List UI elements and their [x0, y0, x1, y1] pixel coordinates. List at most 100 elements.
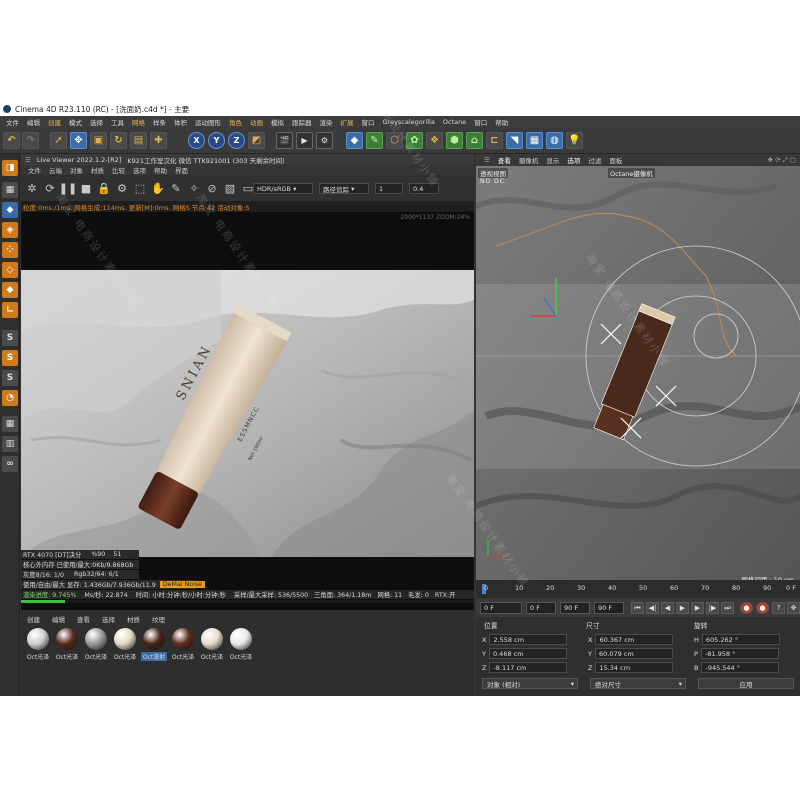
current-frame-field[interactable]: 0 F [480, 602, 522, 614]
material-swatch[interactable]: Oct漫射 [141, 628, 167, 668]
position-field[interactable]: -8.117 cm [489, 662, 568, 673]
material-swatch[interactable]: Oct光泽 [54, 628, 80, 668]
settings-gear-icon[interactable]: ⚙ [115, 181, 129, 195]
menu-spline[interactable]: 样条 [149, 117, 170, 127]
start-frame-field[interactable]: 0 F [526, 602, 556, 614]
menu-mograph[interactable]: 运动图形 [191, 117, 225, 127]
redo-icon[interactable]: ↷ [22, 132, 39, 149]
position-field[interactable]: 0.468 cm [488, 648, 567, 659]
scene-icon[interactable]: ⌂ [466, 132, 483, 149]
menu-volume[interactable]: 体积 [170, 117, 191, 127]
menu-create[interactable]: 创建 [44, 117, 65, 127]
points-mode-icon[interactable]: ⁘ [2, 242, 18, 258]
lv-menu-options[interactable]: 选项 [129, 165, 150, 175]
record-keys-icon[interactable]: ● [740, 602, 753, 614]
add-object-icon[interactable]: ✚ [150, 132, 167, 149]
perspective-viewport[interactable]: 透视视图 NO DC Octane摄像机 网格间距 : 10 cm [476, 166, 800, 588]
rotation-field[interactable]: -945.544 ° [701, 662, 780, 673]
sky-icon[interactable]: ◍ [546, 132, 563, 149]
preview-end-field[interactable]: 90 F [594, 602, 624, 614]
checker-icon[interactable]: ▦ [2, 182, 18, 198]
size-field[interactable]: 60.367 cm [595, 634, 674, 645]
render-picture-viewer-icon[interactable]: ▶ [296, 132, 313, 149]
spin-field-1[interactable]: 1 [375, 183, 403, 194]
snap-settings-icon[interactable]: S [2, 370, 18, 386]
menu-tracker[interactable]: 跟踪器 [288, 117, 316, 127]
move-tool-icon[interactable]: ✥ [70, 132, 87, 149]
autokey-icon[interactable]: ● [756, 602, 769, 614]
position-field[interactable]: 2.558 cm [489, 634, 568, 645]
viewport-menu-icon[interactable]: ☰ [480, 156, 494, 164]
rotate-tool-icon[interactable]: ↻ [110, 132, 127, 149]
field-icon[interactable]: ⬢ [446, 132, 463, 149]
snap-enable-icon[interactable]: S [2, 350, 18, 366]
lv-menu-objects[interactable]: 对象 [66, 165, 87, 175]
scale-tool-icon[interactable]: ▣ [90, 132, 107, 149]
menu-extensions[interactable]: 扩展 [337, 117, 358, 127]
edges-mode-icon[interactable]: ◇ [2, 262, 18, 278]
material-swatch[interactable]: Oct光泽 [170, 628, 196, 668]
channels-icon[interactable]: ▧ [223, 181, 237, 195]
next-key-icon[interactable]: |▶ [706, 602, 719, 614]
mat-menu-create[interactable]: 创建 [21, 614, 46, 624]
menu-tools[interactable]: 工具 [107, 117, 128, 127]
go-to-end-icon[interactable]: ⏭ [721, 602, 734, 614]
axis-z-icon[interactable]: Z [228, 132, 245, 149]
timeline-ruler[interactable]: 0 10 20 30 40 50 60 70 80 90 0 F [476, 580, 800, 598]
vp-menu-cameras[interactable]: 摄像机 [515, 155, 543, 165]
mat-menu-select[interactable]: 选择 [96, 614, 121, 624]
camera-icon[interactable]: ◥ [506, 132, 523, 149]
prev-frame-icon[interactable]: ◀ [661, 602, 674, 614]
axis-y-icon[interactable]: Y [208, 132, 225, 149]
mat-menu-material[interactable]: 材质 [121, 614, 146, 624]
grid-icon[interactable]: ▦ [2, 416, 18, 432]
polygons-mode-icon[interactable]: ◆ [2, 282, 18, 298]
undo-icon[interactable]: ↶ [3, 132, 20, 149]
menu-select[interactable]: 选择 [86, 117, 107, 127]
workplane-icon[interactable]: ◔ [2, 390, 18, 406]
subdivision-icon[interactable]: ⬡ [386, 132, 403, 149]
lock-workplane-icon[interactable]: ∞ [2, 456, 18, 472]
material-swatch[interactable]: Oct光泽 [25, 628, 51, 668]
deformer-icon[interactable]: ❖ [426, 132, 443, 149]
size-field[interactable]: 15.34 cm [595, 662, 674, 673]
material-swatch[interactable]: Oct光泽 [83, 628, 109, 668]
make-editable-icon[interactable]: ◨ [2, 160, 18, 176]
floor-icon[interactable]: ▦ [526, 132, 543, 149]
select-arrow-icon[interactable]: ➚ [50, 132, 67, 149]
next-frame-icon[interactable]: ▶ [691, 602, 704, 614]
lv-menu-interface[interactable]: 界面 [171, 165, 192, 175]
lv-menu-help[interactable]: 帮助 [150, 165, 171, 175]
menu-window[interactable]: 窗口 [358, 117, 379, 127]
menu-mesh[interactable]: 网格 [128, 117, 149, 127]
recent-tool-icon[interactable]: ▤ [130, 132, 147, 149]
go-to-start-icon[interactable]: ⏮ [631, 602, 644, 614]
menu-file[interactable]: 文件 [2, 117, 23, 127]
menu-octane[interactable]: Octane [439, 118, 470, 126]
vp-menu-display[interactable]: 显示 [542, 155, 563, 165]
menu-character[interactable]: 角色 [225, 117, 246, 127]
menu-greyscalegorilla[interactable]: Greyscalegorilla [379, 118, 439, 126]
light-icon[interactable]: 💡 [566, 132, 583, 149]
stop-render-icon[interactable]: ■ [79, 181, 93, 195]
render-view-icon[interactable]: 🎬 [276, 132, 293, 149]
lock-resolution-icon[interactable]: 🔒 [97, 181, 111, 195]
region-render-icon[interactable]: ⬚ [133, 181, 147, 195]
model-mode-icon[interactable]: ◆ [2, 202, 18, 218]
mat-menu-view[interactable]: 查看 [71, 614, 96, 624]
vp-menu-options[interactable]: 选项 [563, 155, 584, 165]
menu-help[interactable]: 帮助 [491, 117, 512, 127]
axis-mode-icon[interactable]: ∟ [2, 302, 18, 318]
play-icon[interactable]: ▶ [676, 602, 689, 614]
rotation-field[interactable]: -81.958 ° [700, 648, 779, 659]
menu-simulate[interactable]: 模拟 [267, 117, 288, 127]
vp-menu-panel[interactable]: 面板 [605, 155, 626, 165]
color-mode-select[interactable]: HDR/sRGB ▾ [253, 183, 313, 194]
size-field[interactable]: 60.079 cm [594, 648, 673, 659]
vp-menu-filter[interactable]: 过滤 [584, 155, 605, 165]
mat-menu-edit[interactable]: 编辑 [46, 614, 71, 624]
timeline-settings-icon[interactable]: ✥ [787, 602, 800, 614]
menu-animate[interactable]: 动画 [246, 117, 267, 127]
menu-render[interactable]: 渲染 [316, 117, 337, 127]
focus-picker-icon[interactable]: ✎ [169, 181, 183, 195]
